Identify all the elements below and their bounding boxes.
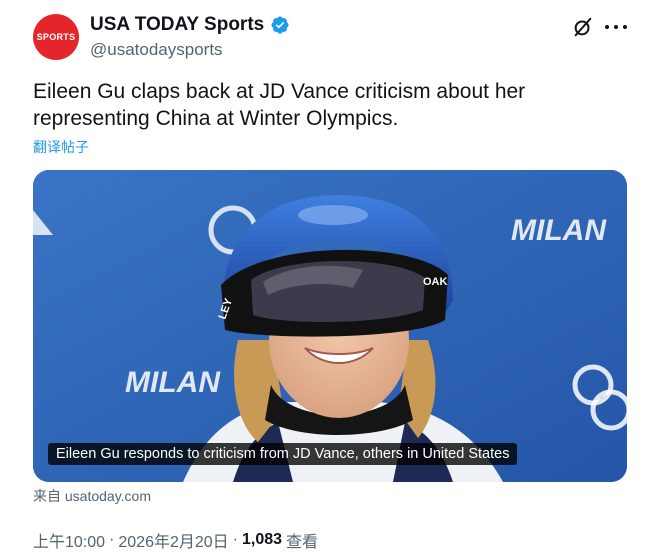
post-media-card[interactable]: MILAN MILAN LEY OAK: [33, 170, 627, 482]
link-source[interactable]: 来自 usatoday.com: [33, 486, 151, 506]
bg-text-milan-right: MILAN: [511, 214, 607, 247]
grok-icon[interactable]: [572, 16, 594, 38]
goggle-strap-text-right: OAK: [423, 276, 448, 288]
post-meta: 上午10:00 · 2026年2月20日 · 1,083 查看: [33, 528, 318, 552]
more-icon[interactable]: [605, 16, 627, 38]
post-text: Eileen Gu claps back at JD Vance critici…: [33, 80, 526, 130]
views-count[interactable]: 1,083: [242, 531, 282, 549]
author-handle[interactable]: @usatodaysports: [90, 40, 223, 60]
avatar-text: SPORTS: [36, 32, 76, 42]
meta-separator: ·: [109, 531, 115, 548]
avatar[interactable]: SPORTS: [33, 14, 79, 60]
author-name-row: USA TODAY Sports: [90, 14, 290, 36]
verified-badge-icon: [271, 16, 289, 34]
views-label: 查看: [286, 534, 319, 551]
media-photo: MILAN MILAN LEY OAK: [33, 170, 627, 482]
post-date[interactable]: 2026年2月20日: [118, 528, 228, 552]
post-time[interactable]: 上午10:00: [33, 528, 105, 552]
bg-text-milan-left: MILAN: [125, 366, 221, 399]
post: SPORTS USA TODAY Sports @usatodaysports …: [0, 0, 650, 558]
translate-post-link[interactable]: 翻译帖子: [33, 137, 89, 157]
meta-separator: ·: [232, 531, 238, 548]
author-display-name[interactable]: USA TODAY Sports: [90, 14, 264, 36]
media-caption: Eileen Gu responds to criticism from JD …: [48, 443, 518, 465]
